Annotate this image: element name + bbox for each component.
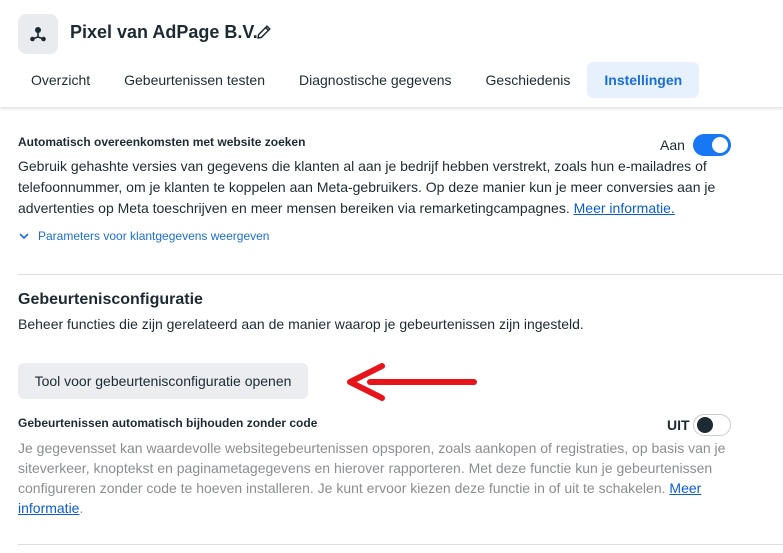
more-info-link[interactable]: Meer informatie. bbox=[574, 200, 675, 216]
annotation-arrow-icon bbox=[347, 363, 477, 401]
section-divider bbox=[18, 544, 783, 545]
tab-gebeurtenissen-testen[interactable]: Gebeurtenissen testen bbox=[107, 62, 282, 98]
auto-tracking-section-title: Gebeurtenissen automatisch bijhouden zon… bbox=[18, 416, 318, 430]
section-divider bbox=[18, 274, 783, 275]
config-section-title: Gebeurtenisconfiguratie bbox=[18, 291, 203, 308]
tab-geschiedenis[interactable]: Geschiedenis bbox=[469, 62, 588, 98]
tab-diagnostische-gegevens[interactable]: Diagnostische gegevens bbox=[282, 62, 469, 98]
show-parameters-toggle[interactable]: Parameters voor klantgegevens weergeven bbox=[18, 229, 269, 243]
show-parameters-label: Parameters voor klantgegevens weergeven bbox=[38, 229, 270, 243]
matching-section-title: Automatisch overeenkomsten met website z… bbox=[18, 135, 306, 149]
auto-tracking-description: Je gegevensset kan waardevolle websitege… bbox=[18, 440, 726, 516]
settings-content: Automatisch overeenkomsten met website z… bbox=[0, 107, 783, 553]
pixel-header: Pixel van AdPage B.V. Overzicht Gebeurte… bbox=[0, 0, 783, 107]
auto-tracking-toggle-label: UIT bbox=[667, 417, 690, 433]
matching-description: Gebruik gehashte versies van gegevens di… bbox=[18, 158, 716, 216]
toggle-knob bbox=[712, 137, 728, 153]
matching-toggle[interactable] bbox=[693, 134, 731, 156]
pencil-icon[interactable] bbox=[255, 23, 273, 41]
pixel-icon bbox=[18, 14, 58, 54]
page-title: Pixel van AdPage B.V. bbox=[70, 22, 258, 42]
open-event-setup-tool-button[interactable]: Tool voor gebeurtenisconfiguratie openen bbox=[18, 363, 308, 399]
tab-bar: Overzicht Gebeurtenissen testen Diagnost… bbox=[14, 62, 700, 98]
tab-overzicht[interactable]: Overzicht bbox=[14, 62, 107, 98]
auto-tracking-toggle[interactable] bbox=[693, 414, 731, 436]
tab-instellingen[interactable]: Instellingen bbox=[587, 62, 700, 98]
matching-toggle-label: Aan bbox=[660, 137, 685, 153]
chevron-down-icon bbox=[19, 233, 29, 239]
toggle-knob bbox=[697, 417, 713, 433]
config-section-description: Beheer functies die zijn gerelateerd aan… bbox=[18, 316, 584, 332]
